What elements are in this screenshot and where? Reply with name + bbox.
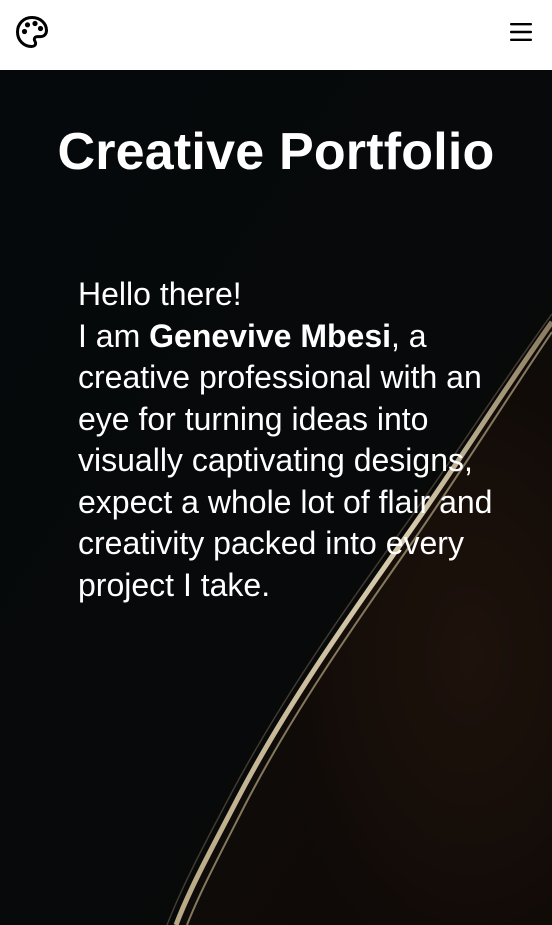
page-title: Creative Portfolio — [57, 123, 495, 181]
intro-paragraph: Hello there! I am Genevive Mbesi, a creat… — [78, 274, 540, 606]
intro-prefix-text: I am — [78, 317, 150, 354]
greeting-text: Hello there! — [78, 276, 242, 312]
author-name: Genevive Mbesi — [149, 317, 392, 354]
top-navbar — [0, 0, 552, 70]
hamburger-menu-icon[interactable] — [508, 20, 534, 44]
palette-icon[interactable] — [15, 15, 49, 49]
hero-section: Creative Portfolio Hello there! I am Gene… — [0, 70, 552, 925]
intro-body-text: , a creative professional with an eye fo… — [78, 317, 493, 603]
